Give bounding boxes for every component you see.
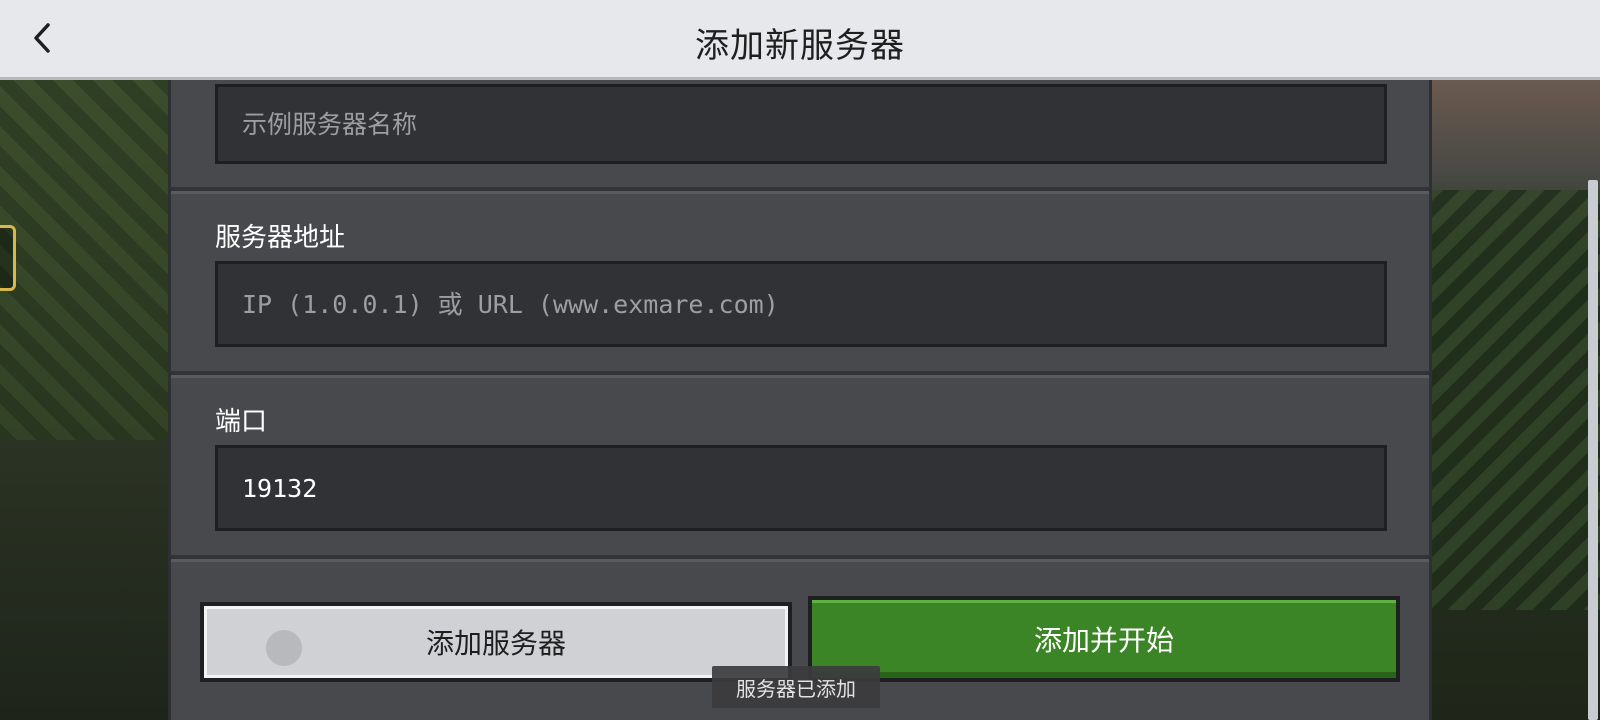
background-scene-right: [1430, 80, 1600, 720]
server-address-label: 服务器地址: [215, 223, 346, 253]
server-address-section: 服务器地址: [171, 191, 1429, 375]
hexagon-badge-icon: [0, 225, 16, 291]
add-server-button[interactable]: 添加服务器: [200, 602, 792, 682]
background-scene-left: [0, 80, 170, 720]
section-divider: [171, 559, 1429, 562]
port-label: 端口: [215, 407, 268, 437]
server-name-input[interactable]: [215, 84, 1387, 164]
add-server-label: 添加服务器: [425, 627, 566, 660]
server-address-input[interactable]: [215, 261, 1387, 347]
page-title: 添加新服务器: [695, 26, 905, 66]
scrollbar[interactable]: [1588, 180, 1598, 720]
section-divider: [171, 375, 1429, 378]
section-divider: [171, 191, 1429, 194]
add-and-start-button[interactable]: 添加并开始: [808, 596, 1400, 682]
background-ground: [0, 440, 170, 720]
background-leaves: [1430, 190, 1600, 610]
top-bar: 添加新服务器: [0, 0, 1600, 80]
port-section: 端口: [171, 375, 1429, 559]
server-name-section: [171, 80, 1429, 191]
add-and-start-label: 添加并开始: [1033, 624, 1174, 657]
touch-ripple: [266, 630, 302, 666]
toast-notification: 服务器已添加: [712, 666, 880, 708]
port-input[interactable]: [215, 445, 1387, 531]
